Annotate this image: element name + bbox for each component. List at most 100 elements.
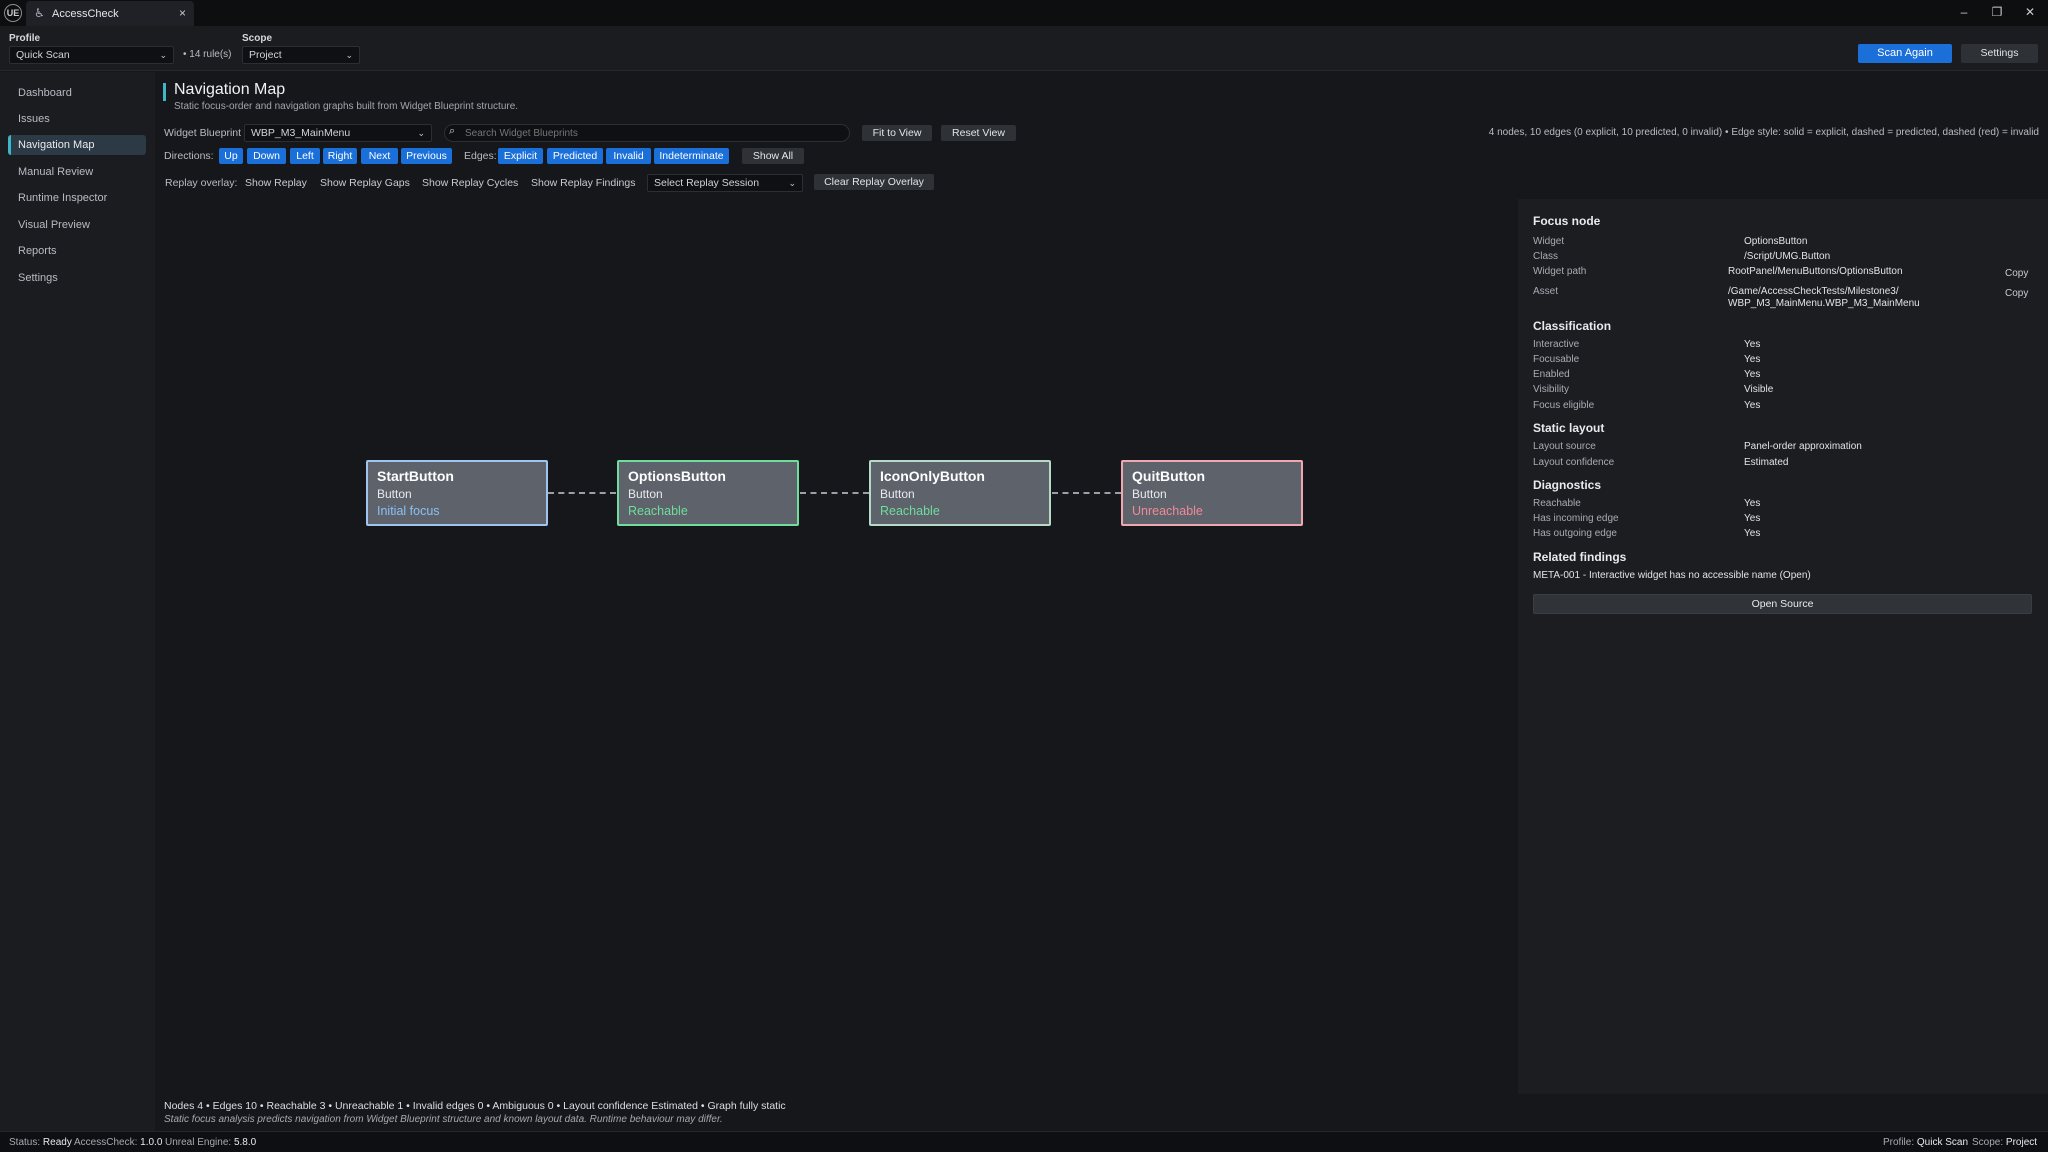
profile-label: Profile: — [1883, 1137, 1915, 1148]
scan-again-button[interactable]: Scan Again — [1858, 44, 1952, 63]
sidebar-item-visual-preview[interactable]: Visual Preview — [8, 215, 146, 235]
graph-node-icononly-button[interactable]: IconOnlyButton Button Reachable — [869, 460, 1051, 526]
version-info: AccessCheck: 1.0.0 — [74, 1137, 162, 1148]
detail-value: RootPanel/MenuButtons/OptionsButton — [1728, 266, 1903, 277]
tab-title: AccessCheck — [52, 8, 119, 20]
profile-value: Quick Scan — [1916, 1137, 1969, 1148]
open-source-button[interactable]: Open Source — [1533, 594, 2032, 614]
node-name: QuitButton — [1132, 468, 1206, 484]
edge-invalid-toggle[interactable]: Invalid — [606, 148, 651, 164]
detail-value: Yes — [1744, 339, 1761, 350]
chevron-down-icon: ⌄ — [417, 128, 425, 138]
sidebar-item-manual-review[interactable]: Manual Review — [8, 162, 146, 182]
sidebar-item-settings[interactable]: Settings — [8, 268, 146, 288]
sidebar-item-issues[interactable]: Issues — [8, 109, 146, 129]
edge-explicit-toggle[interactable]: Explicit — [498, 148, 543, 164]
edge-indeterminate-toggle[interactable]: Indeterminate — [654, 148, 729, 164]
node-status: Initial focus — [377, 504, 440, 518]
detail-key: Focus eligible — [1533, 400, 1595, 411]
graph-node-start-button[interactable]: StartButton Button Initial focus — [366, 460, 548, 526]
settings-button[interactable]: Settings — [1961, 44, 2038, 63]
search-input[interactable] — [465, 126, 835, 140]
scope-info: Scope: Project — [1972, 1137, 2037, 1148]
node-status: Reachable — [880, 504, 940, 518]
node-name: OptionsButton — [628, 468, 726, 484]
direction-down-toggle[interactable]: Down — [247, 148, 286, 164]
show-all-button[interactable]: Show All — [742, 148, 804, 164]
detail-value: OptionsButton — [1744, 236, 1808, 247]
page-subtitle: Static focus-order and navigation graphs… — [174, 101, 519, 112]
scope-value: Project — [2005, 1137, 2038, 1148]
node-type: Button — [377, 487, 412, 501]
title-accent-bar — [163, 83, 166, 101]
detail-key: Has incoming edge — [1533, 513, 1619, 524]
minimize-button[interactable]: – — [1950, 3, 1978, 21]
sidebar-item-dashboard[interactable]: Dashboard — [8, 83, 146, 103]
graph-edge — [548, 492, 616, 494]
show-replay-gaps-toggle[interactable]: Show Replay Gaps — [320, 177, 410, 189]
detail-key: Widget — [1533, 236, 1565, 247]
search-box[interactable]: ⌕ — [444, 124, 850, 142]
chevron-down-icon: ⌄ — [788, 178, 796, 188]
page-title: Navigation Map — [174, 81, 286, 98]
detail-value: Yes — [1744, 528, 1761, 539]
detail-key: Focusable — [1533, 354, 1580, 365]
node-name: IconOnlyButton — [880, 468, 985, 484]
sidebar-item-reports[interactable]: Reports — [8, 241, 146, 261]
show-replay-toggle[interactable]: Show Replay — [245, 177, 307, 189]
status-ready: Status: Ready — [9, 1137, 72, 1148]
edge-predicted-toggle[interactable]: Predicted — [547, 148, 603, 164]
restore-button[interactable]: ❐ — [1983, 3, 2011, 21]
direction-left-toggle[interactable]: Left — [290, 148, 320, 164]
detail-key: Layout source — [1533, 441, 1596, 452]
accessibility-icon: ♿ — [34, 6, 45, 20]
profile-dropdown[interactable]: Quick Scan ⌄ — [9, 46, 174, 64]
direction-up-toggle[interactable]: Up — [219, 148, 243, 164]
show-replay-findings-toggle[interactable]: Show Replay Findings — [531, 177, 635, 189]
detail-value: Yes — [1744, 369, 1761, 380]
detail-key: Visibility — [1533, 384, 1569, 395]
replay-overlay-label: Replay overlay: — [165, 177, 238, 189]
close-window-button[interactable]: ✕ — [2016, 3, 2044, 21]
show-replay-cycles-toggle[interactable]: Show Replay Cycles — [422, 177, 518, 189]
graph-node-options-button[interactable]: OptionsButton Button Reachable — [617, 460, 799, 526]
widget-blueprint-label: Widget Blueprint — [164, 127, 242, 139]
toolbar: Profile Quick Scan ⌄ • 14 rule(s) Scope … — [0, 26, 2048, 71]
analysis-disclaimer: Static focus analysis predicts navigatio… — [164, 1114, 723, 1125]
node-status: Unreachable — [1132, 504, 1203, 518]
graph-summary: Nodes 4 • Edges 10 • Reachable 3 • Unrea… — [164, 1100, 786, 1112]
fit-to-view-button[interactable]: Fit to View — [862, 125, 932, 141]
direction-right-toggle[interactable]: Right — [323, 148, 357, 164]
graph-node-quit-button[interactable]: QuitButton Button Unreachable — [1121, 460, 1303, 526]
reset-view-button[interactable]: Reset View — [941, 125, 1016, 141]
chevron-down-icon: ⌄ — [159, 50, 167, 60]
related-finding-item[interactable]: META-001 - Interactive widget has no acc… — [1533, 570, 1811, 581]
detail-value: Yes — [1744, 498, 1761, 509]
document-tab[interactable]: ♿ AccessCheck × — [26, 1, 194, 26]
tab-close-icon[interactable]: × — [179, 6, 186, 20]
scope-dropdown[interactable]: Project ⌄ — [242, 46, 360, 64]
detail-value: Panel-order approximation — [1744, 441, 1862, 452]
detail-key: Class — [1533, 251, 1559, 262]
search-icon: ⌕ — [449, 125, 456, 137]
copy-path-button[interactable]: Copy — [2005, 268, 2028, 279]
rules-count: • 14 rule(s) — [183, 49, 232, 60]
focus-node-heading: Focus node — [1533, 214, 1601, 228]
graph-info: 4 nodes, 10 edges (0 explicit, 10 predic… — [1488, 127, 2039, 138]
clear-replay-overlay-button[interactable]: Clear Replay Overlay — [814, 174, 934, 190]
node-name: StartButton — [377, 468, 454, 484]
direction-previous-toggle[interactable]: Previous — [401, 148, 452, 164]
sidebar-item-runtime-inspector[interactable]: Runtime Inspector — [8, 188, 146, 208]
node-status: Reachable — [628, 504, 688, 518]
widget-blueprint-dropdown[interactable]: WBP_M3_MainMenu ⌄ — [244, 124, 432, 142]
sidebar-item-navigation-map[interactable]: Navigation Map — [8, 135, 146, 155]
direction-next-toggle[interactable]: Next — [361, 148, 398, 164]
detail-key: Widget path — [1533, 266, 1587, 277]
detail-value: Yes — [1744, 400, 1761, 411]
copy-asset-button[interactable]: Copy — [2005, 288, 2028, 299]
widget-blueprint-value: WBP_M3_MainMenu — [251, 127, 351, 139]
detail-key: Reachable — [1533, 498, 1581, 509]
profile-info: Profile: Quick Scan — [1883, 1137, 1968, 1148]
title-bar: UE ♿ AccessCheck × – ❐ ✕ — [0, 0, 2048, 26]
replay-session-dropdown[interactable]: Select Replay Session ⌄ — [647, 174, 803, 192]
